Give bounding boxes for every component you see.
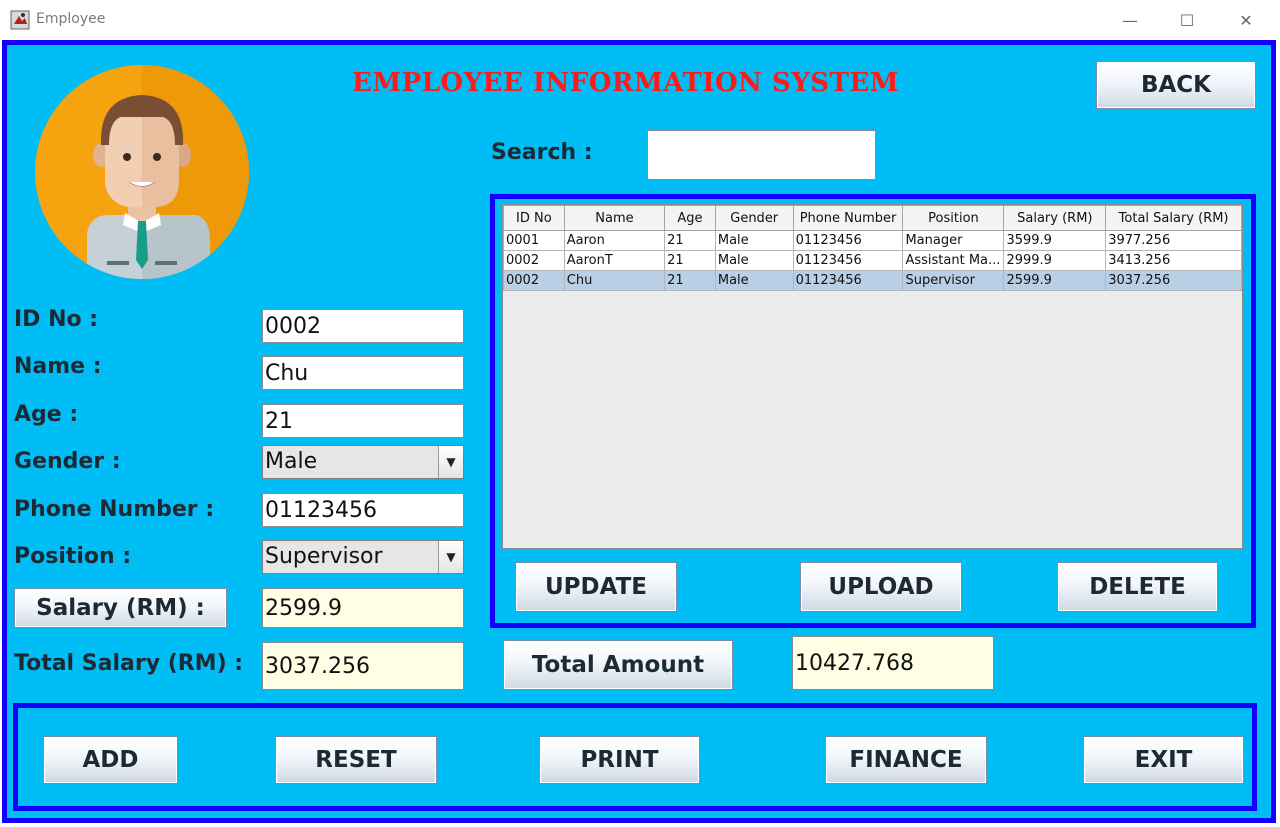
table-cell[interactable]: 0002 — [503, 250, 565, 271]
table-cell[interactable]: 3599.9 — [1003, 230, 1107, 251]
table-cell[interactable]: Manager — [902, 230, 1005, 251]
table-cell[interactable]: Assistant Ma... — [902, 250, 1005, 271]
table-cell[interactable]: 2599.9 — [1003, 270, 1107, 291]
window-title: Employee — [36, 11, 106, 27]
age-field[interactable]: 21 — [262, 404, 464, 438]
table-cell[interactable]: 2999.9 — [1003, 250, 1107, 271]
employee-table-grid: ID No Name Age Gender Phone Number Posit… — [503, 205, 1242, 291]
table-row[interactable]: 0002 AaronT 21 Male 01123456 Assistant M… — [503, 250, 1242, 271]
app-icon — [10, 10, 30, 30]
table-cell[interactable]: 21 — [664, 270, 716, 291]
column-header-salary[interactable]: Salary (RM) — [1003, 205, 1107, 231]
column-header-position[interactable]: Position — [902, 205, 1005, 231]
table-cell[interactable]: 3977.256 — [1105, 230, 1242, 251]
total-amount-button[interactable]: Total Amount — [503, 640, 733, 690]
table-cell[interactable]: Male — [714, 230, 794, 251]
table-cell[interactable]: 21 — [664, 230, 716, 251]
table-cell[interactable]: AaronT — [563, 250, 666, 271]
column-header-age[interactable]: Age — [664, 205, 716, 231]
upload-button[interactable]: UPLOAD — [800, 562, 962, 612]
total-salary-label: Total Salary (RM) : — [14, 651, 244, 676]
phone-field[interactable]: 01123456 — [262, 493, 464, 527]
window-title-bar[interactable]: Employee — ☐ ✕ — [0, 0, 1280, 40]
finance-button[interactable]: FINANCE — [825, 736, 987, 784]
minimize-button[interactable]: — — [1110, 8, 1150, 34]
id-field[interactable]: 0002 — [262, 309, 464, 343]
print-button[interactable]: PRINT — [539, 736, 700, 784]
table-cell[interactable]: 01123456 — [792, 230, 904, 251]
salary-button[interactable]: Salary (RM) : — [14, 588, 227, 628]
delete-button[interactable]: DELETE — [1057, 562, 1218, 612]
search-input[interactable] — [647, 130, 876, 180]
chevron-down-icon[interactable]: ▼ — [438, 541, 463, 573]
gender-label: Gender : — [14, 449, 121, 474]
column-header-name[interactable]: Name — [563, 205, 666, 231]
chevron-down-icon[interactable]: ▼ — [438, 446, 463, 478]
column-header-gender[interactable]: Gender — [714, 205, 794, 231]
position-select-value: Supervisor — [265, 544, 383, 569]
table-cell[interactable]: 0002 — [503, 270, 565, 291]
search-label: Search : — [491, 140, 593, 165]
table-cell[interactable]: 3413.256 — [1105, 250, 1242, 271]
update-button[interactable]: UPDATE — [515, 562, 677, 612]
back-button[interactable]: BACK — [1096, 61, 1256, 109]
name-label: Name : — [14, 354, 102, 379]
column-header-id[interactable]: ID No — [503, 205, 565, 231]
table-cell[interactable]: 3037.256 — [1105, 270, 1242, 291]
table-cell[interactable]: 21 — [664, 250, 716, 271]
column-header-total-salary[interactable]: Total Salary (RM) — [1105, 205, 1242, 231]
column-header-phone[interactable]: Phone Number — [792, 205, 904, 231]
gender-select[interactable]: Male ▼ — [262, 445, 464, 479]
avatar — [35, 65, 249, 279]
position-select[interactable]: Supervisor ▼ — [262, 540, 464, 574]
close-button[interactable]: ✕ — [1226, 8, 1266, 34]
salary-field[interactable]: 2599.9 — [262, 588, 464, 628]
table-cell[interactable]: Chu — [563, 270, 666, 291]
total-amount-field[interactable]: 10427.768 — [792, 636, 994, 690]
table-cell[interactable]: Male — [714, 270, 794, 291]
add-button[interactable]: ADD — [43, 736, 178, 784]
age-label: Age : — [14, 402, 79, 427]
table-row[interactable]: 0001 Aaron 21 Male 01123456 Manager 3599… — [503, 230, 1242, 251]
name-field[interactable]: Chu — [262, 356, 464, 390]
maximize-button[interactable]: ☐ — [1167, 8, 1207, 34]
table-cell[interactable]: 01123456 — [792, 270, 904, 291]
id-label: ID No : — [14, 307, 99, 332]
table-cell[interactable]: Supervisor — [902, 270, 1005, 291]
reset-button[interactable]: RESET — [275, 736, 437, 784]
position-label: Position : — [14, 544, 132, 569]
total-salary-field[interactable]: 3037.256 — [262, 642, 464, 690]
page-title: EMPLOYEE INFORMATION SYSTEM — [352, 68, 900, 98]
employee-table[interactable]: ID No Name Age Gender Phone Number Posit… — [502, 204, 1243, 549]
table-row-selected[interactable]: 0002 Chu 21 Male 01123456 Supervisor 259… — [503, 270, 1242, 291]
table-cell[interactable]: 01123456 — [792, 250, 904, 271]
table-header-row: ID No Name Age Gender Phone Number Posit… — [503, 205, 1242, 231]
table-cell[interactable]: Male — [714, 250, 794, 271]
table-cell[interactable]: Aaron — [563, 230, 666, 251]
gender-select-value: Male — [265, 449, 318, 474]
phone-label: Phone Number : — [14, 497, 215, 522]
table-cell[interactable]: 0001 — [503, 230, 565, 251]
exit-button[interactable]: EXIT — [1083, 736, 1244, 784]
